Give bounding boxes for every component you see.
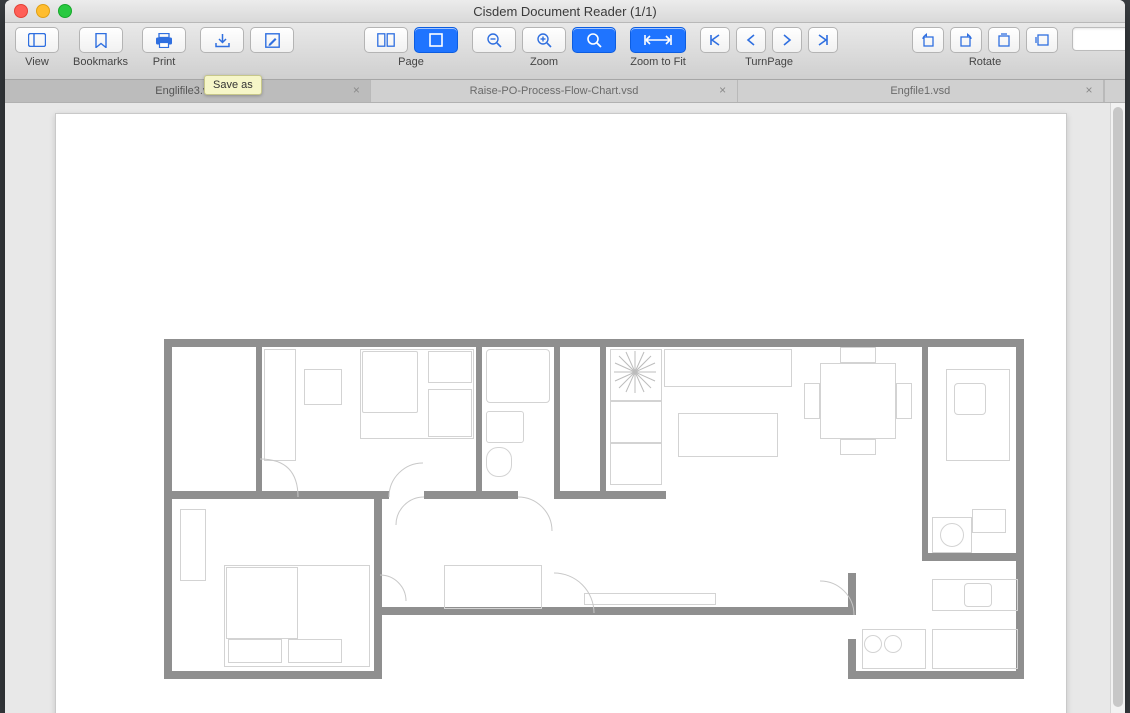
print-button[interactable] [142,27,186,53]
flip-v-icon [1035,33,1049,47]
zoom-to-fit-group: Zoom to Fit [630,27,686,68]
bookmarks-button[interactable] [79,27,123,53]
tab-overflow[interactable] [1104,80,1125,102]
chevron-left-icon [746,34,756,46]
page-single-button[interactable] [414,27,458,53]
prev-page-button[interactable] [736,27,766,53]
bookmark-icon [95,33,107,48]
first-page-icon [709,34,721,46]
rotate-right-button[interactable] [950,27,982,53]
turnpage-group: TurnPage [700,27,838,68]
tab-close-button[interactable]: × [1083,84,1095,96]
page-group: Page [364,27,458,68]
page-single-icon [429,33,443,47]
page-label: Page [398,56,424,68]
tab-bar: Englifile3.vsd × Raise-PO-Process-Flow-C… [5,80,1125,103]
export-group [200,27,294,68]
view-button[interactable] [15,27,59,53]
zoom-out-button[interactable] [472,27,516,53]
tab-0[interactable]: Englifile3.vsd × [5,80,371,102]
page-continuous-icon [377,33,395,47]
tab-2[interactable]: Engfile1.vsd × [738,80,1104,102]
flip-h-button[interactable] [988,27,1020,53]
bookmarks-group: Bookmarks [73,27,128,68]
edit-button[interactable] [250,27,294,53]
search-group: Search Search [1072,27,1125,66]
search-input[interactable]: Search [1072,27,1125,51]
zoom-group: Zoom [472,27,616,68]
flip-v-button[interactable] [1026,27,1058,53]
tab-1[interactable]: Raise-PO-Process-Flow-Chart.vsd × [371,80,737,102]
app-window: Cisdem Document Reader (1/1) View Bookma… [5,0,1125,713]
chevron-right-icon [782,34,792,46]
turnpage-label: TurnPage [745,56,793,68]
flip-h-icon [997,33,1011,47]
zoom-to-fit-button[interactable] [630,27,686,53]
tab-label: Raise-PO-Process-Flow-Chart.vsd [470,85,639,97]
rotate-left-button[interactable] [912,27,944,53]
zoom-in-button[interactable] [522,27,566,53]
zoom-label: Zoom [530,56,558,68]
view-label: View [25,56,49,68]
rotate-label: Rotate [969,56,1001,68]
print-label: Print [153,56,176,68]
fit-width-icon [644,34,672,46]
zoom-actual-icon [587,33,602,48]
rotate-right-icon [959,33,973,47]
page-continuous-button[interactable] [364,27,408,53]
content-area [5,103,1125,713]
last-page-icon [817,34,829,46]
printer-icon [155,33,173,48]
scrollbar-thumb[interactable] [1113,107,1123,707]
window-title: Cisdem Document Reader (1/1) [5,4,1125,19]
download-icon [215,33,230,48]
save-button[interactable] [200,27,244,53]
tab-label: Engfile1.vsd [890,85,950,97]
titlebar: Cisdem Document Reader (1/1) [5,0,1125,23]
saveas-tooltip: Save as [204,75,262,95]
first-page-button[interactable] [700,27,730,53]
zoom-actual-button[interactable] [572,27,616,53]
toolbar: View Bookmarks Print [5,23,1125,80]
tab-close-button[interactable]: × [717,84,729,96]
next-page-button[interactable] [772,27,802,53]
edit-icon [265,33,280,48]
zoom-out-icon [487,33,502,48]
last-page-button[interactable] [808,27,838,53]
vertical-scrollbar[interactable] [1110,103,1125,713]
zoom-to-fit-label: Zoom to Fit [630,56,686,68]
rotate-group: Rotate [912,27,1058,68]
sidebar-icon [28,33,46,47]
document-canvas[interactable] [5,103,1110,713]
view-group: View [15,27,59,68]
rotate-left-icon [921,33,935,47]
tab-close-button[interactable]: × [350,84,362,96]
zoom-in-icon [537,33,552,48]
print-group: Print [142,27,186,68]
document-page [55,113,1067,713]
bookmarks-label: Bookmarks [73,56,128,68]
